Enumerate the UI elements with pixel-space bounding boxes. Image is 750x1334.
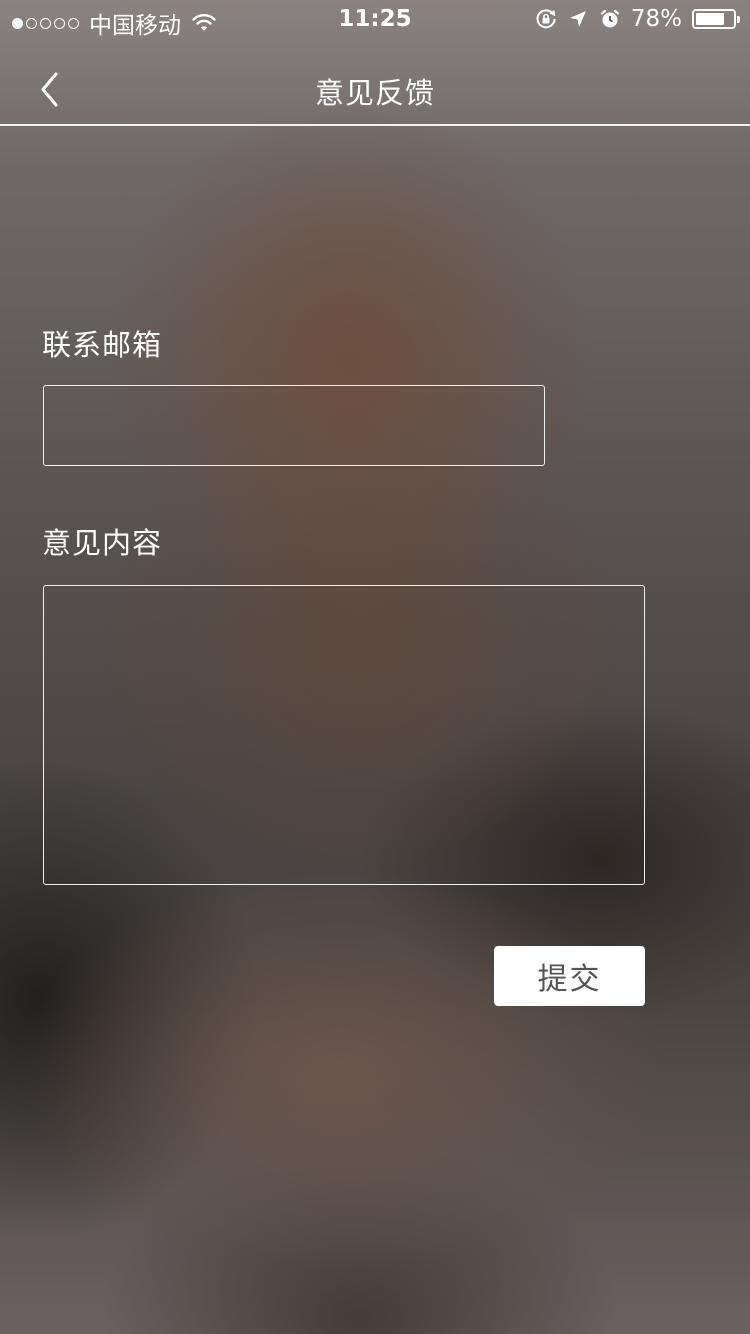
feedback-content-field[interactable]: [43, 585, 645, 885]
feedback-content-label: 意见内容: [42, 526, 163, 560]
status-bar: 中国移动 11:25 78%: [0, 0, 750, 40]
page-title: 意见反馈: [314, 76, 435, 110]
status-right: 78%: [535, 6, 740, 32]
email-field[interactable]: [43, 385, 545, 466]
orientation-lock-icon: [536, 9, 556, 29]
feedback-screen: 中国移动 11:25 78% 意见反馈 联系邮箱 意见内容 提交: [0, 0, 750, 1334]
battery-level: [696, 13, 725, 25]
location-arrow-icon: [569, 11, 586, 27]
battery-icon: [692, 9, 740, 29]
navigation-bar: 意见反馈: [0, 40, 750, 126]
alarm-clock-icon: [600, 9, 619, 28]
battery-percentage: 78%: [630, 6, 682, 32]
email-label: 联系邮箱: [42, 328, 163, 362]
submit-button[interactable]: 提交: [494, 946, 645, 1006]
